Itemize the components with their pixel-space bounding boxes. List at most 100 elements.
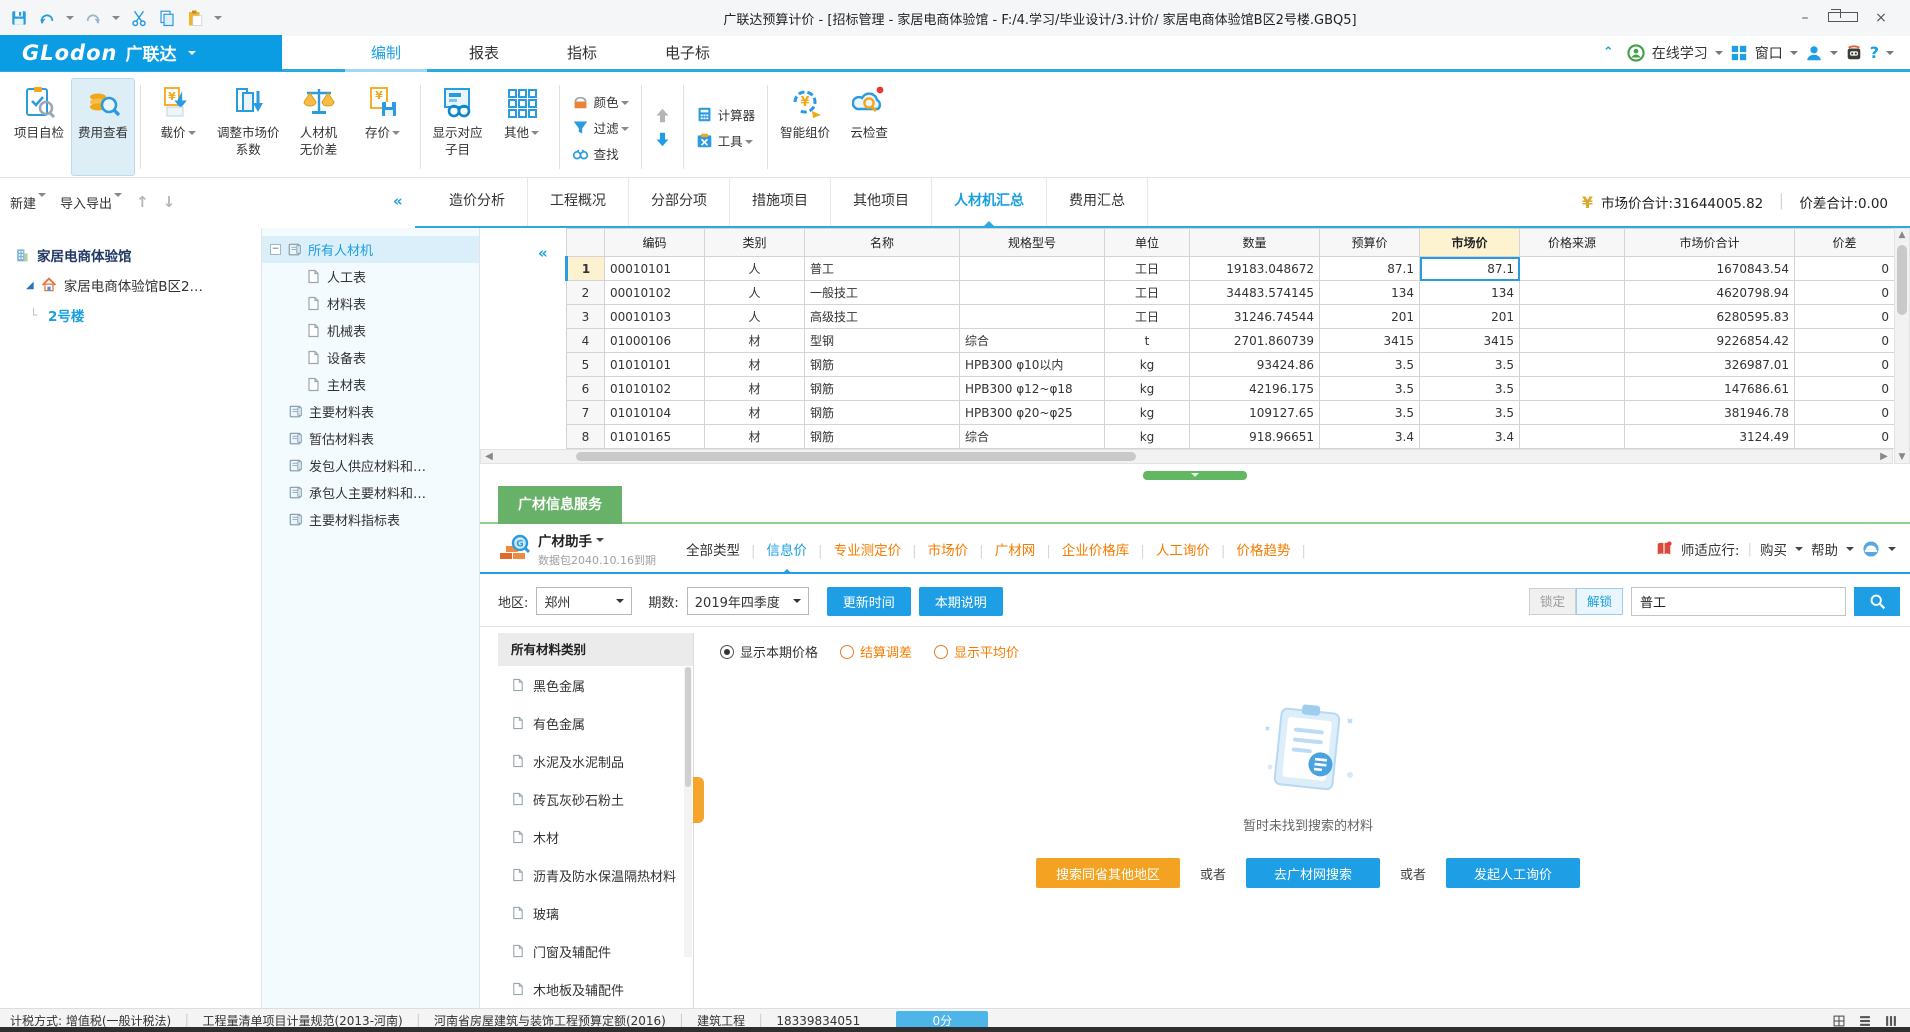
period-select[interactable]: 2019年四季度: [686, 587, 809, 615]
period-note-button[interactable]: 本期说明: [918, 586, 1003, 616]
vscroll-thumb[interactable]: [1897, 245, 1907, 315]
collapse-tree-icon[interactable]: «: [538, 244, 548, 262]
table-cell[interactable]: 人: [704, 304, 805, 329]
table-cell[interactable]: 93424.86: [1189, 352, 1320, 377]
gc-nav-link[interactable]: 企业价格库: [1060, 543, 1132, 559]
table-cell[interactable]: [959, 280, 1105, 305]
ribbon-load-price-button[interactable]: 载价: [147, 79, 209, 175]
gc-nav-link[interactable]: 信息价: [765, 543, 810, 559]
table-cell[interactable]: 42196.175: [1189, 376, 1320, 401]
window-dropdown-icon[interactable]: [1789, 51, 1798, 59]
table-cell[interactable]: 工日: [1104, 304, 1190, 329]
scroll-left-icon[interactable]: ◀: [482, 450, 496, 463]
column-header[interactable]: 名称: [804, 228, 960, 257]
row-number[interactable]: 6: [566, 376, 605, 401]
table-cell[interactable]: 1670843.54: [1624, 256, 1795, 281]
table-cell[interactable]: 01010104: [604, 400, 705, 425]
table-cell[interactable]: 普工: [804, 256, 960, 281]
table-cell[interactable]: 201: [1419, 304, 1520, 329]
buy-link[interactable]: 购买: [1760, 539, 1787, 559]
manual-inquiry-button[interactable]: 发起人工询价: [1446, 858, 1581, 888]
table-cell[interactable]: [1519, 400, 1625, 425]
table-cell[interactable]: 4620798.94: [1624, 280, 1795, 305]
table-cell[interactable]: t: [1104, 328, 1190, 353]
tree-expander-icon[interactable]: −: [270, 244, 281, 255]
minimize-button[interactable]: –: [1790, 10, 1820, 26]
table-cell[interactable]: [1519, 352, 1625, 377]
robot-assistant-icon[interactable]: [1845, 44, 1863, 62]
table-cell[interactable]: 钢筋: [804, 400, 960, 425]
ribbon-show-sub-items-button[interactable]: 显示对应 子目: [427, 79, 489, 175]
table-cell[interactable]: 01000106: [604, 328, 705, 353]
table-cell[interactable]: 0: [1794, 400, 1895, 425]
price-view-radio[interactable]: 显示本期价格: [720, 642, 818, 661]
category-scrollbar[interactable]: [684, 667, 692, 957]
redo-dropdown-icon[interactable]: [112, 16, 120, 24]
rcj-tree-item[interactable]: 发包人供应材料和…: [262, 452, 479, 479]
table-cell[interactable]: HPB300 φ10以内: [959, 352, 1105, 377]
table-cell[interactable]: 01010101: [604, 352, 705, 377]
table-cell[interactable]: 高级技工: [804, 304, 960, 329]
table-cell[interactable]: [959, 256, 1105, 281]
table-cell[interactable]: 3.5: [1319, 352, 1420, 377]
table-cell[interactable]: 0: [1794, 304, 1895, 329]
column-header[interactable]: 编码: [604, 228, 705, 257]
ribbon-calculator-button[interactable]: 计算器: [690, 103, 762, 126]
table-cell[interactable]: [1519, 304, 1625, 329]
table-row[interactable]: 8 01010165 材钢筋 综合 kg 918.96651 3.4 3.4 3124.49 0: [566, 424, 1895, 449]
document-tab[interactable]: 其他项目: [831, 178, 932, 226]
menu-tab[interactable]: 报表: [435, 36, 533, 69]
category-item[interactable]: 沥青及防水保温隔热材料: [498, 856, 693, 894]
copy-icon[interactable]: [158, 9, 176, 27]
rcj-tree-item[interactable]: 暂估材料表: [262, 425, 479, 452]
table-cell[interactable]: 01010165: [604, 424, 705, 449]
document-tab[interactable]: 工程概况: [528, 178, 629, 226]
column-header[interactable]: 预算价: [1319, 228, 1420, 257]
cut-icon[interactable]: [130, 9, 148, 27]
table-cell[interactable]: [959, 304, 1105, 329]
table-cell[interactable]: 材: [704, 376, 805, 401]
search-other-region-button[interactable]: 搜索同省其他地区: [1035, 858, 1180, 888]
gc-nav-link[interactable]: 价格趋势: [1234, 543, 1292, 559]
help-dropdown-icon[interactable]: [1886, 51, 1894, 59]
table-vertical-scrollbar[interactable]: ▲ ▼: [1894, 228, 1910, 464]
rcj-tree-item[interactable]: 承包人主要材料和…: [262, 479, 479, 506]
table-row[interactable]: 6 01010102 材钢筋 HPB300 φ12~φ18 kg 42196.175 3.5…: [566, 376, 1895, 401]
table-cell[interactable]: 109127.65: [1189, 400, 1320, 425]
layout-columns-icon[interactable]: [1884, 1014, 1898, 1028]
undo-dropdown-icon[interactable]: [66, 16, 74, 24]
scroll-up-icon[interactable]: ▲: [1895, 230, 1909, 240]
ribbon-adjust-market-coef-button[interactable]: 调整市场价 系数: [211, 79, 286, 175]
ribbon-find-button[interactable]: 查找: [566, 142, 635, 165]
gc-service-tab[interactable]: 广材信息服务: [498, 486, 622, 524]
rcj-tree-item[interactable]: − 所有人材机: [262, 236, 479, 263]
table-cell[interactable]: 钢筋: [804, 424, 960, 449]
row-number[interactable]: 8: [566, 424, 605, 449]
category-item[interactable]: 门窗及辅配件: [498, 932, 693, 970]
rcj-tree-item[interactable]: 机械表: [262, 317, 479, 344]
rcj-summary-table[interactable]: 编码 类别 名称 规格型号 单位 数量 预算价 市场价 价格来源 市场价合计 价差 1 00010101…: [565, 228, 1895, 449]
document-tab[interactable]: 人材机汇总: [932, 178, 1047, 226]
table-cell[interactable]: 9226854.42: [1624, 328, 1795, 353]
table-cell[interactable]: kg: [1104, 376, 1190, 401]
ribbon-color-button[interactable]: 颜色: [566, 90, 635, 113]
layout-rows-icon[interactable]: [1858, 1014, 1872, 1028]
gc-nav-link[interactable]: 人工询价: [1154, 543, 1212, 559]
rcj-tree-item[interactable]: 人工表: [262, 263, 479, 290]
table-cell[interactable]: 134: [1419, 280, 1520, 305]
buy-dropdown-icon[interactable]: [1795, 547, 1803, 555]
table-cell[interactable]: 钢筋: [804, 352, 960, 377]
column-header[interactable]: 市场价合计: [1624, 228, 1795, 257]
scroll-right-icon[interactable]: ▶: [1877, 450, 1891, 463]
table-cell[interactable]: 3124.49: [1624, 424, 1795, 449]
gcw-search-button[interactable]: 去广材网搜索: [1245, 858, 1380, 888]
layout-single-icon[interactable]: [1832, 1014, 1846, 1028]
table-row[interactable]: 7 01010104 材钢筋 HPB300 φ20~φ25 kg 109127.65 3.5…: [566, 400, 1895, 425]
app-logo[interactable]: GLodon 广联达: [0, 34, 282, 71]
table-cell[interactable]: kg: [1104, 352, 1190, 377]
table-cell[interactable]: 材: [704, 424, 805, 449]
table-cell[interactable]: 87.1: [1419, 256, 1520, 281]
column-header[interactable]: 数量: [1189, 228, 1320, 257]
column-header[interactable]: 价差: [1794, 228, 1895, 257]
new-button[interactable]: 新建: [10, 192, 47, 216]
